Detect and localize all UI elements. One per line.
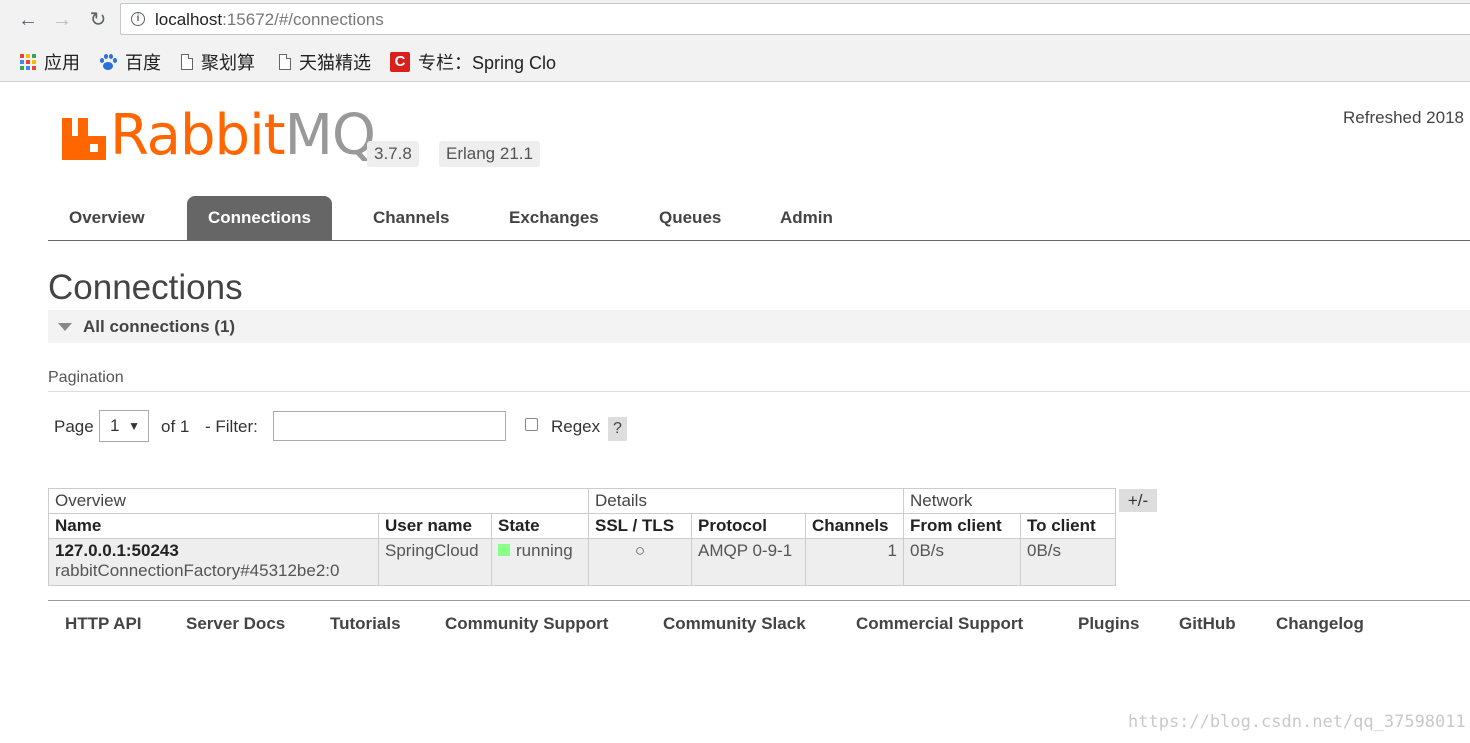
logo-mq: MQ (284, 103, 376, 168)
tab-exchanges[interactable]: Exchanges (488, 196, 620, 240)
csdn-icon: C (390, 52, 410, 72)
tab-admin[interactable]: Admin (759, 196, 854, 240)
connection-address-link[interactable]: 127.0.0.1:50243 (55, 541, 372, 561)
state-text: running (516, 541, 573, 560)
regex-help-button[interactable]: ? (608, 417, 627, 441)
bookmark-baidu[interactable]: 百度 (99, 49, 161, 75)
bookmarks-bar: 应用 百度 聚划算 天猫精选 C 专栏：Spring Clo (0, 40, 1470, 82)
page-select-value: 1 (110, 416, 120, 435)
page-label: Page (54, 417, 94, 436)
footer-divider (48, 600, 1470, 601)
col-header-ssl-tls[interactable]: SSL / TLS (588, 513, 692, 539)
tab-connections[interactable]: Connections (187, 196, 332, 240)
bookmark-label: 百度 (125, 53, 161, 73)
footer-link-community-slack[interactable]: Community Slack (663, 614, 806, 634)
url-host: localhost (155, 10, 223, 29)
connection-client-name: rabbitConnectionFactory#45312be2:0 (55, 561, 340, 580)
filter-input[interactable] (273, 411, 506, 441)
from-client-cell: 0B/s (903, 538, 1021, 586)
to-client-cell: 0B/s (1020, 538, 1116, 586)
bookmark-label: 应用 (44, 53, 80, 73)
connection-name-cell[interactable]: 127.0.0.1:50243 rabbitConnectionFactory#… (48, 538, 379, 586)
collapse-arrow-icon (58, 323, 72, 331)
url-text[interactable]: localhost:15672/#/connections (155, 10, 384, 30)
logo-rabbit: Rabbit (110, 103, 286, 168)
baidu-paw-icon (99, 53, 117, 71)
reload-icon[interactable]: ↻ (86, 8, 110, 32)
caret-down-icon: ▼ (128, 419, 140, 433)
table-group-header-row: Overview Details Network (48, 488, 1116, 514)
address-bar[interactable]: i localhost:15672/#/connections (120, 3, 1470, 35)
protocol-cell: AMQP 0-9-1 (691, 538, 806, 586)
footer-link-plugins[interactable]: Plugins (1078, 614, 1139, 634)
regex-checkbox[interactable] (525, 418, 538, 431)
bookmark-label: 聚划算 (201, 53, 255, 73)
footer-link-tutorials[interactable]: Tutorials (330, 614, 401, 634)
page-title: Connections (48, 268, 243, 307)
back-icon[interactable]: ← (16, 8, 40, 32)
col-header-from-client[interactable]: From client (903, 513, 1021, 539)
col-header-protocol[interactable]: Protocol (691, 513, 806, 539)
refreshed-timestamp[interactable]: Refreshed 2018 (1343, 108, 1464, 128)
erlang-version-badge: Erlang 21.1 (439, 141, 540, 167)
bookmark-label: 天猫精选 (299, 53, 371, 73)
url-path: :15672/#/connections (222, 10, 384, 29)
footer-link-commercial-support[interactable]: Commercial Support (856, 614, 1023, 634)
rabbitmq-logo[interactable]: RabbitMQ TM (62, 108, 389, 164)
filter-label: - Filter: (205, 417, 258, 436)
footer-link-github[interactable]: GitHub (1179, 614, 1236, 634)
state-indicator-icon (498, 544, 510, 557)
logo-wordmark: RabbitMQ (110, 108, 376, 164)
info-icon[interactable]: i (131, 12, 145, 26)
document-icon (181, 54, 193, 70)
tab-channels[interactable]: Channels (352, 196, 471, 240)
ssl-cell: ○ (588, 538, 692, 586)
browser-toolbar: ← → ↻ i localhost:15672/#/connections (0, 0, 1470, 40)
col-header-to-client[interactable]: To client (1020, 513, 1116, 539)
bookmark-tmall[interactable]: 天猫精选 (279, 49, 371, 75)
footer-link-community-support[interactable]: Community Support (445, 614, 608, 634)
column-toggle-button[interactable]: +/- (1119, 489, 1157, 512)
col-header-name[interactable]: Name (48, 513, 379, 539)
document-icon (279, 54, 291, 70)
channels-cell: 1 (805, 538, 904, 586)
footer-link-changelog[interactable]: Changelog (1276, 614, 1364, 634)
col-header-user-name[interactable]: User name (378, 513, 492, 539)
regex-label: Regex (551, 417, 601, 436)
col-header-channels[interactable]: Channels (805, 513, 904, 539)
forward-icon[interactable]: → (50, 8, 74, 32)
watermark-text: https://blog.csdn.net/qq_37598011 (1128, 712, 1466, 732)
bookmark-apps[interactable]: 应用 (20, 49, 80, 75)
version-badge: 3.7.8 (367, 141, 419, 167)
table-header-row: Name User name State SSL / TLS Protocol … (48, 513, 1116, 539)
table-row[interactable]: 127.0.0.1:50243 rabbitConnectionFactory#… (48, 538, 1116, 586)
footer-link-http-api[interactable]: HTTP API (65, 614, 142, 634)
tab-overview[interactable]: Overview (48, 196, 166, 240)
state-cell: running (491, 538, 589, 586)
group-header-network: Network (903, 488, 1116, 514)
bookmark-label: 专栏：Spring Clo (418, 53, 557, 73)
pagination-divider (48, 391, 1470, 392)
apps-grid-icon (20, 54, 36, 70)
page-select[interactable]: 1 ▼ (99, 410, 149, 442)
section-title: All connections (1) (83, 317, 236, 336)
main-tabs: Overview Connections Channels Exchanges … (48, 196, 1470, 241)
group-header-details: Details (588, 488, 904, 514)
pagination-label: Pagination (48, 369, 124, 386)
bookmark-juhuasuan[interactable]: 聚划算 (181, 49, 255, 75)
rabbitmq-logo-icon (62, 112, 106, 160)
bookmark-csdn-column[interactable]: C 专栏：Spring Clo (390, 49, 556, 75)
all-connections-section-toggle[interactable]: All connections (1) (48, 310, 1470, 343)
tab-queues[interactable]: Queues (638, 196, 742, 240)
user-name-cell: SpringCloud (378, 538, 492, 586)
page-count-label: of 1 (161, 417, 190, 436)
group-header-overview: Overview (48, 488, 589, 514)
connections-table: Overview Details Network Name User name … (48, 488, 1116, 586)
col-header-state[interactable]: State (491, 513, 589, 539)
footer-link-server-docs[interactable]: Server Docs (186, 614, 285, 634)
